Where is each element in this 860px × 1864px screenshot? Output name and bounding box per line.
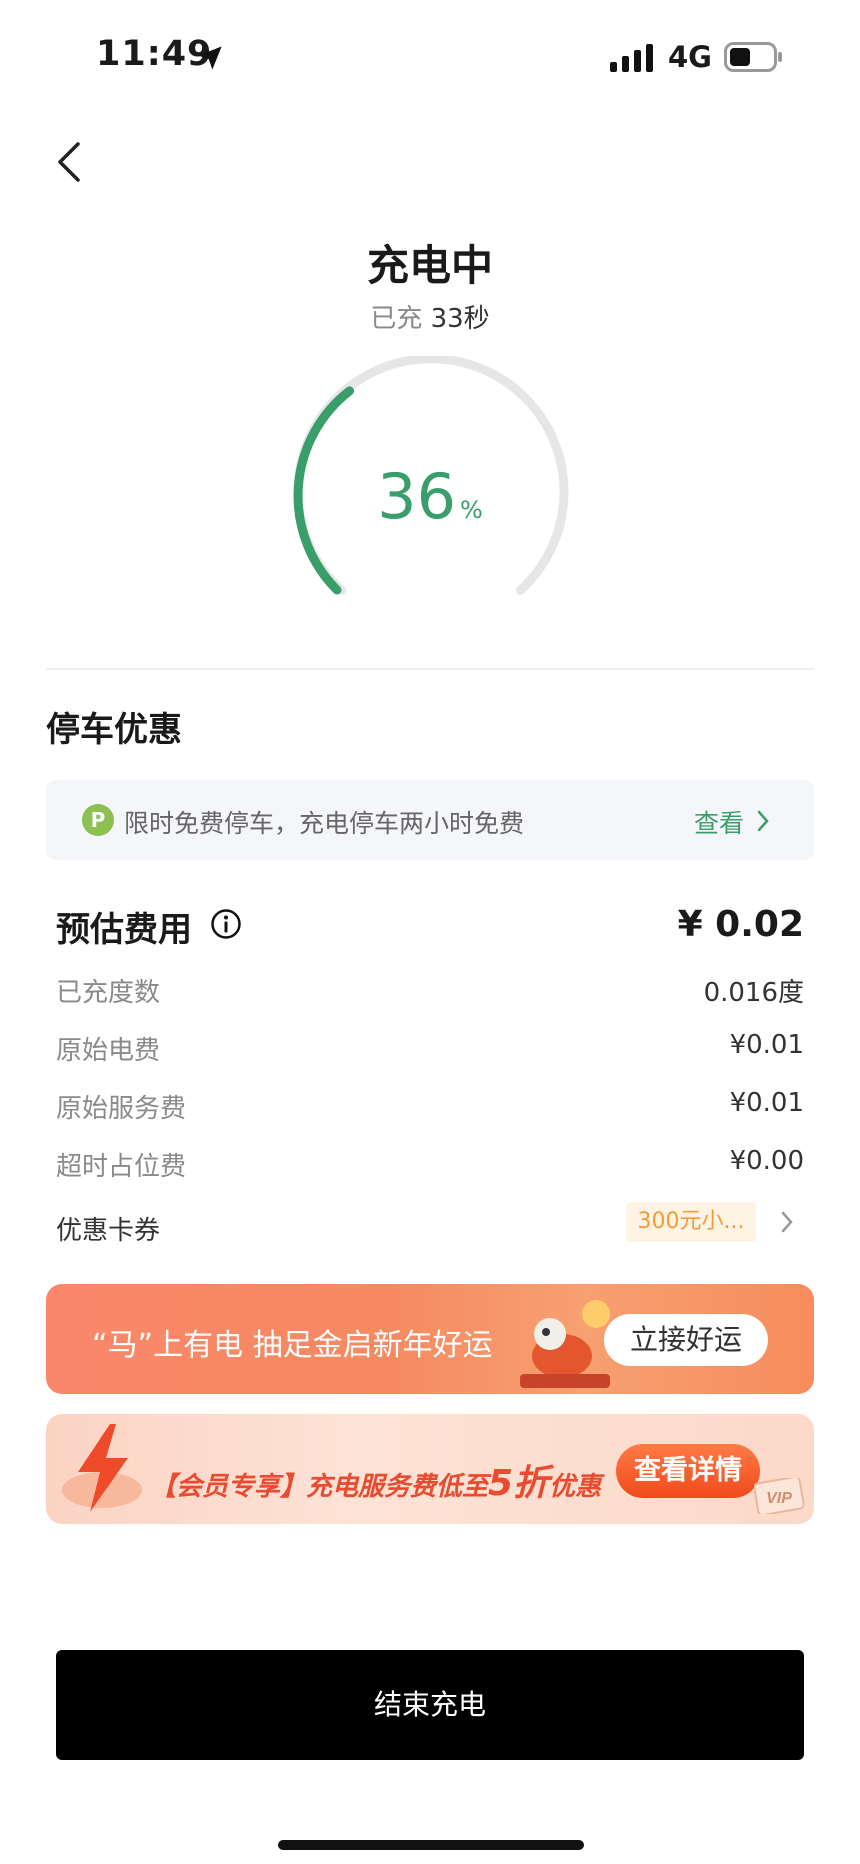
end-charging-button[interactable]: 结束充电 <box>56 1650 804 1760</box>
banner1-button[interactable]: 立接好运 <box>604 1314 768 1366</box>
banner2-button[interactable]: 查看详情 <box>616 1444 760 1498</box>
banner1-text: “马”上有电 抽足金启新年好运 <box>92 1328 493 1363</box>
parking-view-link[interactable]: 查看 <box>694 804 744 840</box>
divider <box>46 668 814 670</box>
charge-percent-unit: % <box>460 496 483 524</box>
fee-row-label: 原始服务费 <box>56 1094 187 1124</box>
page-title: 充电中 <box>366 241 493 290</box>
vip-tag: VIP <box>754 1478 804 1514</box>
fee-row-label: 超时占位费 <box>56 1152 187 1182</box>
charge-percent: 36% <box>0 460 860 533</box>
elapsed-time: 已充 33秒 <box>0 298 860 335</box>
home-indicator[interactable] <box>278 1840 584 1850</box>
fee-row-label: 原始电费 <box>56 1036 161 1066</box>
parking-p-icon: P <box>82 804 114 836</box>
lightning-bolt-icon <box>62 1424 142 1512</box>
back-chevron-icon[interactable] <box>52 140 86 184</box>
vip-tag-text: VIP <box>766 1490 792 1507</box>
coupon-badge[interactable]: 300元小... <box>626 1202 756 1242</box>
fee-row-value: ¥0.00 <box>729 1146 804 1176</box>
chevron-right-icon[interactable] <box>780 1210 794 1234</box>
estimated-fee-title: 预估费用 <box>56 910 192 950</box>
banner2-text-a: 【会员专享】充电服务费低至 <box>150 1472 489 1502</box>
fee-row-value: 0.016度 <box>703 978 804 1008</box>
elapsed-value: 33秒 <box>430 304 490 334</box>
fee-row-label: 已充度数 <box>56 978 161 1008</box>
estimated-fee-total: ¥ 0.02 <box>677 904 804 945</box>
banner2-text-big: 5折 <box>488 1463 550 1504</box>
info-icon[interactable] <box>210 908 242 940</box>
banner2-text: 【会员专享】充电服务费低至5折优惠 <box>150 1454 601 1506</box>
chevron-right-icon[interactable] <box>756 810 770 832</box>
status-time: 11:49 <box>96 34 213 74</box>
network-type: 4G <box>668 40 712 74</box>
cellular-signal-icon <box>610 44 653 72</box>
location-arrow-icon <box>198 46 222 70</box>
battery-icon <box>724 42 782 72</box>
parking-offer-text: 限时免费停车，充电停车两小时免费 <box>124 809 525 838</box>
elapsed-prefix: 已充 <box>370 304 423 334</box>
parking-section-title: 停车优惠 <box>46 710 182 750</box>
fee-row-value: ¥0.01 <box>729 1088 804 1118</box>
fee-row-value: ¥0.01 <box>729 1030 804 1060</box>
charge-percent-value: 36 <box>377 460 457 533</box>
banner2-text-b: 优惠 <box>549 1472 602 1502</box>
coupon-label: 优惠卡券 <box>56 1216 161 1246</box>
